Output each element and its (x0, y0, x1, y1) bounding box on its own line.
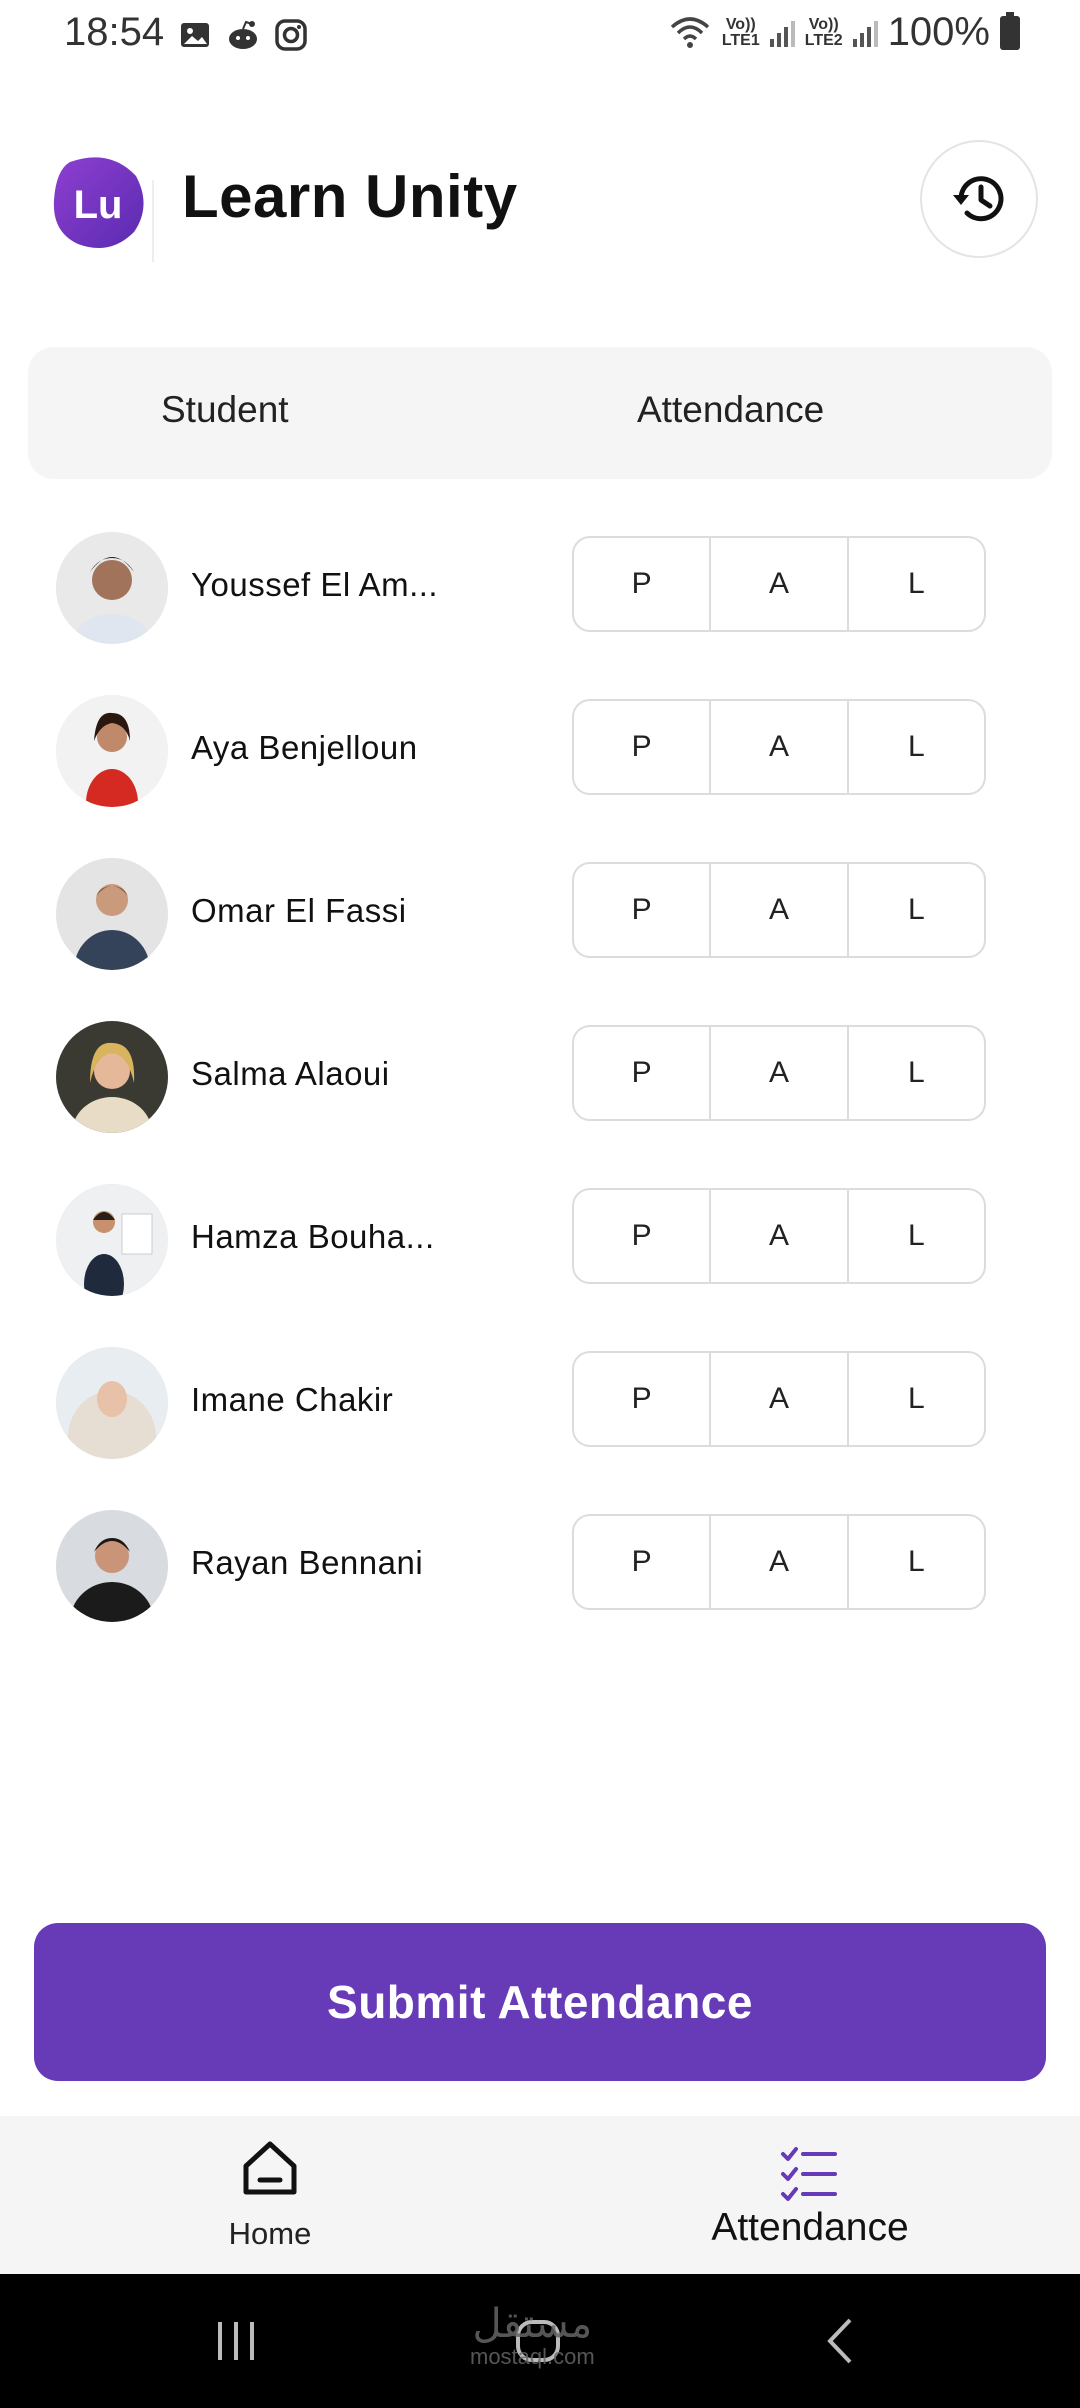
present-button[interactable]: P (574, 1353, 712, 1445)
logo-icon: Lu (53, 157, 144, 248)
instagram-icon (275, 19, 307, 51)
nav-home-label: Home (228, 2216, 312, 2251)
late-button[interactable]: L (849, 701, 984, 793)
absent-button[interactable]: A (711, 864, 849, 956)
late-button[interactable]: L (849, 1353, 984, 1445)
nav-attendance-label: Attendance (711, 2206, 909, 2249)
late-button[interactable]: L (849, 1027, 984, 1119)
student-row: Imane Chakir P A L (0, 1335, 1080, 1465)
present-button[interactable]: P (574, 1027, 712, 1119)
history-button[interactable] (920, 140, 1038, 258)
watermark-latin: mostaql.com (470, 2344, 595, 2369)
attendance-selector: P A L (572, 536, 986, 632)
absent-button[interactable]: A (711, 701, 849, 793)
absent-button[interactable]: A (711, 1190, 849, 1282)
recent-apps-icon[interactable] (206, 2316, 266, 2366)
signal2-icon (852, 19, 878, 47)
column-student: Student (161, 389, 289, 430)
history-icon (953, 176, 1004, 222)
student-name: Omar El Fassi (191, 892, 407, 929)
attendance-selector: P A L (572, 699, 986, 795)
avatar (56, 1347, 168, 1459)
back-icon[interactable] (810, 2316, 870, 2366)
table-header: Student Attendance (28, 347, 1052, 479)
sim1-label: Vo)) LTE1 (721, 15, 760, 49)
battery-icon (1000, 11, 1020, 50)
late-button[interactable]: L (849, 864, 984, 956)
late-button[interactable]: L (849, 538, 984, 630)
late-button[interactable]: L (849, 1190, 984, 1282)
attendance-selector: P A L (572, 1188, 986, 1284)
student-name: Rayan Bennani (191, 1544, 424, 1581)
nav-home[interactable]: Home (120, 2116, 420, 2274)
attendance-selector: P A L (572, 862, 986, 958)
status-time: 18:54 (64, 10, 165, 54)
present-button[interactable]: P (574, 538, 712, 630)
reddit-icon (229, 20, 257, 49)
avatar (56, 858, 168, 970)
absent-button[interactable]: A (711, 1516, 849, 1608)
status-right: Vo)) LTE1 Vo)) LTE2 100% (668, 10, 1020, 55)
status-bar: 18:54 Vo)) LTE1 Vo)) LTE2 100% (0, 0, 1080, 72)
watermark: مستقل mostaql.com (470, 2304, 595, 2370)
student-row: Hamza Bouha... P A L (0, 1172, 1080, 1302)
student-row: Omar El Fassi P A L (0, 846, 1080, 976)
system-nav-bar: مستقل mostaql.com (0, 2274, 1080, 2408)
logo-divider (152, 180, 154, 262)
nav-attendance[interactable]: Attendance (660, 2116, 960, 2274)
app-title: Learn Unity (182, 163, 518, 230)
absent-button[interactable]: A (711, 538, 849, 630)
column-attendance: Attendance (637, 389, 825, 430)
present-button[interactable]: P (574, 1516, 712, 1608)
sim2-label: Vo)) LTE2 (804, 15, 843, 49)
student-name: Imane Chakir (191, 1381, 394, 1418)
absent-button[interactable]: A (711, 1353, 849, 1445)
notification-icons (178, 18, 308, 52)
wifi-icon (670, 16, 709, 48)
bottom-nav: Home Attendance (0, 2116, 1080, 2274)
avatar (56, 1184, 168, 1296)
student-row: Youssef El Am... P A L (0, 520, 1080, 650)
present-button[interactable]: P (574, 1190, 712, 1282)
battery-percent: 100% (887, 10, 990, 54)
attendance-selector: P A L (572, 1351, 986, 1447)
present-button[interactable]: P (574, 864, 712, 956)
late-button[interactable]: L (849, 1516, 984, 1608)
attendance-selector: P A L (572, 1025, 986, 1121)
signal1-icon (769, 19, 795, 47)
gallery-icon (181, 23, 209, 47)
student-name: Youssef El Am... (191, 566, 439, 603)
student-row: Salma Alaoui P A L (0, 1009, 1080, 1139)
student-row: Rayan Bennani P A L (0, 1498, 1080, 1628)
submit-attendance-button[interactable]: Submit Attendance (34, 1923, 1046, 2081)
checklist-icon (781, 2147, 837, 2201)
present-button[interactable]: P (574, 701, 712, 793)
app-header: Lu Learn Unity (0, 140, 1080, 262)
avatar (56, 1021, 168, 1133)
student-row: Aya Benjelloun P A L (0, 683, 1080, 813)
avatar (56, 532, 168, 644)
logo-text: Lu (74, 183, 123, 227)
student-name: Aya Benjelloun (191, 729, 418, 766)
avatar (56, 695, 168, 807)
watermark-arabic: مستقل (472, 2302, 593, 2346)
absent-button[interactable]: A (711, 1027, 849, 1119)
student-name: Salma Alaoui (191, 1055, 390, 1092)
student-name: Hamza Bouha... (191, 1218, 435, 1255)
avatar (56, 1510, 168, 1622)
home-icon (243, 2141, 297, 2195)
attendance-selector: P A L (572, 1514, 986, 1610)
